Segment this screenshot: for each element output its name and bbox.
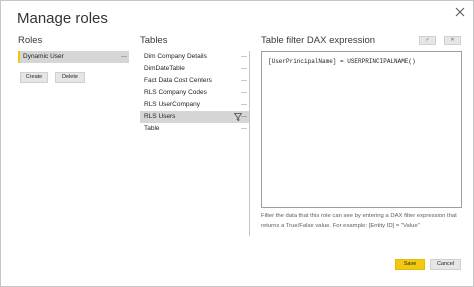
roles-heading: Roles (18, 35, 43, 46)
tables-list: Dim Company Details ... DimDateTable ...… (140, 51, 250, 236)
more-options-icon[interactable]: ... (241, 74, 247, 86)
table-item-label: RLS Users (144, 113, 176, 120)
table-item[interactable]: RLS Company Codes ... (140, 87, 249, 99)
table-item[interactable]: RLS UserCompany ... (140, 99, 249, 111)
save-button[interactable]: Save (395, 259, 425, 270)
role-item-dynamic-user[interactable]: Dynamic User ... (18, 51, 129, 63)
table-item-selected[interactable]: RLS Users ... (140, 111, 249, 123)
table-item-label: RLS Company Codes (144, 89, 207, 96)
roles-list: Dynamic User ... (18, 51, 129, 63)
dialog-title: Manage roles (17, 10, 108, 27)
table-item[interactable]: Dim Company Details ... (140, 51, 249, 63)
dax-expression-editor[interactable]: [UserPrincipalName] = USERPRINCIPALNAME(… (261, 51, 462, 208)
table-item-label: RLS UserCompany (144, 101, 200, 108)
table-item[interactable]: Table ... (140, 123, 249, 135)
table-item[interactable]: Fact Data Cost Centers ... (140, 75, 249, 87)
manage-roles-dialog: Manage roles Roles Dynamic User ... Crea… (0, 0, 474, 287)
more-options-icon[interactable]: ... (241, 62, 247, 74)
close-icon[interactable] (453, 5, 467, 19)
dax-heading: Table filter DAX expression (261, 35, 376, 46)
dax-expression: [UserPrincipalName] = USERPRINCIPALNAME(… (268, 58, 416, 65)
more-options-icon[interactable]: ... (241, 86, 247, 98)
more-options-icon[interactable]: ... (241, 98, 247, 110)
table-item-label: DimDateTable (144, 65, 185, 72)
tables-heading: Tables (140, 35, 168, 46)
dax-hint-text: Filter the data that this role can see b… (261, 213, 457, 229)
table-item-label: Dim Company Details (144, 53, 207, 60)
undo-icon[interactable]: ✕ (444, 36, 461, 45)
role-item-label: Dynamic User (23, 53, 64, 60)
more-options-icon[interactable]: ... (241, 122, 247, 134)
checkmark-icon[interactable]: ✓ (419, 36, 436, 45)
table-item-label: Table (144, 125, 160, 132)
more-options-icon[interactable]: ... (121, 50, 127, 62)
delete-button[interactable]: Delete (55, 72, 85, 83)
cancel-button[interactable]: Cancel (430, 259, 461, 270)
table-item[interactable]: DimDateTable ... (140, 63, 249, 75)
more-options-icon[interactable]: ... (241, 110, 247, 122)
more-options-icon[interactable]: ... (241, 50, 247, 62)
table-item-label: Fact Data Cost Centers (144, 77, 212, 84)
create-button[interactable]: Create (20, 72, 48, 83)
